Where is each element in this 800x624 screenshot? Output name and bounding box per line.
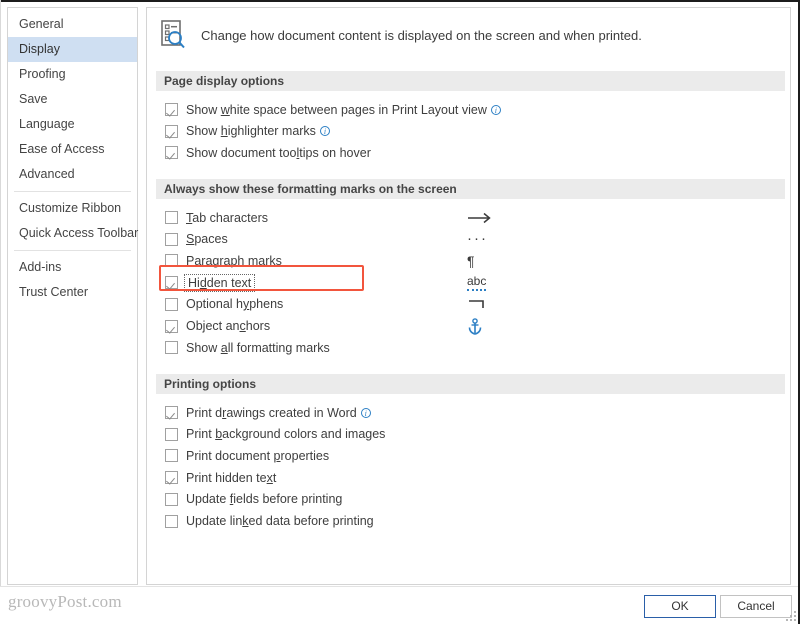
checkbox-unchecked[interactable]	[165, 427, 178, 441]
option-row[interactable]: Optional hyphens	[165, 294, 283, 315]
checkbox-unchecked[interactable]	[165, 492, 178, 506]
page-header: Change how document content is displayed…	[147, 8, 790, 62]
watermark: groovyPost.com	[8, 592, 122, 611]
sidebar-item-save[interactable]: Save	[8, 87, 137, 112]
section-header-formatting-marks: Always show these formatting marks on th…	[156, 179, 785, 199]
page-header-text: Change how document content is displayed…	[201, 27, 642, 43]
option-row[interactable]: Hidden text	[165, 272, 256, 293]
checkbox-unchecked[interactable]	[165, 341, 178, 355]
sidebar-item-label: Proofing	[19, 67, 66, 81]
option-row[interactable]: Print hidden text	[165, 467, 276, 488]
option-row[interactable]: Show all formatting marks	[165, 337, 330, 358]
option-label: Spaces	[186, 232, 228, 247]
option-label: Show highlighter marks	[186, 124, 316, 139]
checkbox-checked[interactable]	[165, 146, 178, 160]
ok-button[interactable]: OK	[644, 595, 716, 618]
option-label: Hidden text	[183, 273, 256, 292]
word-options-dialog: General Display Proofing Save Language Ease o…	[0, 0, 800, 624]
sidebar-item-label: General	[19, 17, 64, 31]
footer-divider	[0, 586, 798, 587]
checkbox-unchecked[interactable]	[165, 254, 178, 268]
sidebar-item-general[interactable]: General	[8, 12, 137, 37]
sidebar-item-label: Advanced	[19, 167, 75, 181]
cancel-button[interactable]: Cancel	[720, 595, 792, 618]
sidebar-separator	[14, 250, 131, 251]
document-search-icon	[159, 19, 189, 51]
sidebar-item-display[interactable]: Display	[8, 37, 137, 62]
resize-grip[interactable]	[786, 611, 796, 621]
display-options-pane: Change how document content is displayed…	[146, 7, 791, 585]
option-label: Optional hyphens	[186, 297, 284, 312]
checkbox-checked[interactable]	[165, 471, 178, 485]
checkbox-unchecked[interactable]	[165, 514, 178, 528]
section-header-page-display-options: Page display options	[156, 71, 785, 91]
sidebar-item-language[interactable]: Language	[8, 112, 137, 137]
option-label: Object anchors	[186, 319, 271, 333]
info-icon[interactable]: i	[490, 104, 501, 115]
info-icon[interactable]: i	[360, 407, 371, 418]
option-label: Show document tooltips on hover	[186, 145, 371, 160]
option-row[interactable]: Paragraph marks	[165, 250, 282, 271]
hidden-text-abc-icon: abc	[467, 272, 507, 293]
option-row[interactable]: Print background colors and images	[165, 424, 385, 445]
option-label: Update fields before printing	[186, 492, 343, 507]
dialog-top-border	[0, 0, 800, 2]
sidebar-item-customize-ribbon[interactable]: Customize Ribbon	[8, 196, 137, 221]
option-row[interactable]: Print document properties	[165, 445, 329, 466]
sidebar-item-label: Add-ins	[19, 260, 62, 274]
sidebar-separator	[14, 191, 131, 192]
option-row[interactable]: Print drawings created in Word i	[165, 402, 371, 423]
anchor-icon	[467, 316, 507, 337]
checkbox-checked[interactable]	[165, 103, 178, 116]
checkbox-unchecked[interactable]	[165, 449, 178, 463]
tab-arrow-icon	[467, 207, 507, 228]
option-label: Show white space between pages in Print …	[186, 102, 487, 117]
option-label: Paragraph marks	[186, 253, 282, 268]
sidebar-item-quick-access-toolbar[interactable]: Quick Access Toolbar	[8, 221, 139, 246]
sidebar-item-label: Display	[19, 42, 60, 56]
sidebar-item-proofing[interactable]: Proofing	[8, 62, 137, 87]
option-label: Show all formatting marks	[186, 340, 330, 355]
sidebar-item-label: Customize Ribbon	[19, 201, 122, 215]
option-row[interactable]: Object anchors	[165, 316, 270, 337]
checkbox-checked[interactable]	[165, 124, 178, 138]
option-row[interactable]: Show document tooltips on hover	[165, 142, 371, 163]
optional-hyphen-icon	[467, 294, 507, 315]
option-label: Update linked data before printing	[186, 514, 374, 528]
option-label: Print background colors and images	[186, 427, 386, 442]
sidebar-item-trust-center[interactable]: Trust Center	[8, 280, 137, 305]
sidebar-item-label: Trust Center	[19, 285, 89, 299]
option-row[interactable]: Show white space between pages in Print …	[165, 99, 501, 120]
checkbox-checked[interactable]	[165, 276, 178, 290]
sidebar-item-add-ins[interactable]: Add-ins	[8, 255, 137, 280]
sidebar-item-label: Ease of Access	[19, 142, 105, 156]
option-row[interactable]: Update fields before printing	[165, 489, 342, 510]
option-row[interactable]: Tab characters	[165, 207, 268, 228]
section-header-printing-options: Printing options	[156, 374, 785, 394]
checkbox-checked[interactable]	[165, 406, 178, 419]
pilcrow-icon: ¶	[467, 252, 475, 269]
dialog-left-border	[0, 0, 1, 624]
option-row[interactable]: Update linked data before printing	[165, 511, 374, 532]
checkbox-unchecked[interactable]	[165, 232, 178, 246]
option-row[interactable]: Show highlighter marks i	[165, 121, 330, 142]
spaces-dots-icon: ···	[467, 230, 488, 248]
info-icon[interactable]: i	[319, 126, 330, 137]
checkbox-checked[interactable]	[165, 319, 178, 333]
sidebar-item-advanced[interactable]: Advanced	[8, 162, 137, 187]
sidebar-item-ease-of-access[interactable]: Ease of Access	[8, 137, 137, 162]
option-row[interactable]: Spaces	[165, 229, 228, 250]
sidebar-item-label: Language	[19, 117, 75, 131]
option-label: Print document properties	[186, 448, 330, 463]
option-label: Print drawings created in Word	[186, 405, 357, 420]
options-category-list[interactable]: General Display Proofing Save Language Ease o…	[7, 7, 138, 585]
checkbox-unchecked[interactable]	[165, 297, 178, 311]
sidebar-item-label: Save	[19, 92, 48, 106]
option-label: Tab characters	[186, 210, 268, 225]
checkbox-unchecked[interactable]	[165, 211, 178, 224]
sidebar-item-label: Quick Access Toolbar	[19, 226, 139, 240]
option-label: Print hidden text	[186, 470, 277, 485]
